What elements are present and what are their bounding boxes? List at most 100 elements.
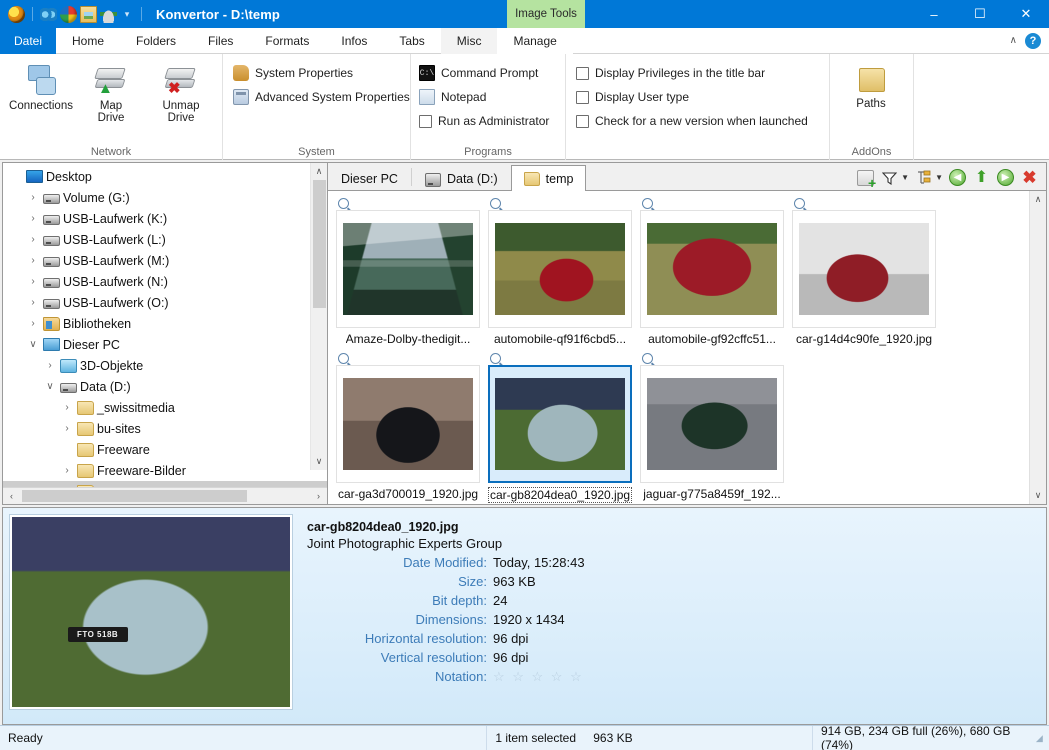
chevron-right-icon[interactable]: › — [60, 464, 74, 478]
up-icon[interactable]: ⬆ — [972, 168, 991, 187]
tree-item[interactable]: › bu-sites — [3, 418, 327, 439]
filter-icon[interactable] — [880, 168, 899, 187]
thumbs-vscroll-track[interactable] — [1030, 208, 1047, 487]
forward-icon[interactable]: ▶ — [996, 168, 1015, 187]
chevron-down-icon[interactable]: ∨ — [43, 380, 57, 394]
notepad-button[interactable]: Notepad — [419, 86, 549, 108]
tree-item[interactable]: › Volume (G:) — [3, 187, 327, 208]
tab-tabs[interactable]: Tabs — [383, 28, 440, 54]
thumbnail-image-box[interactable] — [640, 365, 784, 483]
system-properties-button[interactable]: System Properties — [233, 62, 410, 84]
tree-item[interactable]: › Bibliotheken — [3, 313, 327, 334]
chevron-right-icon[interactable]: › — [26, 233, 40, 247]
thumbnail-image-box[interactable] — [488, 210, 632, 328]
browser-tab-dieser-pc[interactable]: Dieser PC — [328, 165, 411, 191]
color-ball-icon[interactable] — [60, 5, 77, 23]
preview-image[interactable]: FTO 518B — [9, 514, 293, 710]
brush-icon[interactable] — [100, 5, 117, 23]
chevron-right-icon[interactable]: › — [60, 422, 74, 436]
paths-button[interactable]: Paths — [836, 60, 906, 114]
tab-datei[interactable]: Datei — [0, 28, 57, 54]
tree-item[interactable]: ∨ Dieser PC — [3, 334, 327, 355]
chevron-right-icon[interactable]: › — [60, 401, 74, 415]
tab-files[interactable]: Files — [192, 28, 249, 54]
thumbnail-image-box[interactable] — [336, 210, 480, 328]
tree-item[interactable]: ∨ Data (D:) — [3, 376, 327, 397]
tree-item[interactable]: › USB-Laufwerk (N:) — [3, 271, 327, 292]
magnify-icon[interactable] — [642, 198, 653, 209]
eyes-icon[interactable] — [40, 5, 57, 23]
display-user-type-checkbox[interactable]: Display User type — [576, 86, 808, 108]
chevron-down-icon[interactable]: ▼ — [901, 173, 909, 182]
chevron-right-icon[interactable]: › — [43, 359, 57, 373]
thumbnails-vertical-scrollbar[interactable]: ∧ ∨ — [1029, 191, 1046, 504]
thumbnail-item[interactable]: automobile-gf92cffc51... — [636, 195, 788, 350]
close-tab-icon[interactable]: ✖ — [1020, 168, 1039, 187]
unmap-drive-button[interactable]: ✖ Unmap Drive — [146, 60, 216, 128]
scroll-up-icon[interactable]: ∧ — [311, 163, 328, 180]
add-tab-icon[interactable]: + — [856, 168, 876, 190]
checkbox-icon[interactable] — [576, 114, 589, 128]
minimize-button[interactable]: – — [911, 0, 957, 28]
tree-item[interactable]: › 3D-Objekte — [3, 355, 327, 376]
back-icon[interactable]: ◀ — [948, 168, 967, 187]
magnify-icon[interactable] — [338, 198, 349, 209]
scroll-up-icon[interactable]: ∧ — [1030, 191, 1047, 208]
scroll-down-icon[interactable]: ∨ — [1030, 487, 1047, 504]
tab-infos[interactable]: Infos — [325, 28, 383, 54]
konvertor-logo-icon[interactable] — [8, 5, 25, 23]
checkbox-icon[interactable] — [576, 90, 589, 104]
magnify-icon[interactable] — [338, 353, 349, 364]
chevron-down-icon[interactable]: ∨ — [26, 338, 40, 352]
help-icon[interactable]: ? — [1025, 32, 1041, 49]
maximize-button[interactable]: ☐ — [957, 0, 1003, 28]
tree-horizontal-scrollbar[interactable]: ‹ › — [3, 487, 327, 504]
chevron-right-icon[interactable]: › — [26, 296, 40, 310]
chevron-right-icon[interactable]: › — [26, 254, 40, 268]
browser-tab-temp[interactable]: temp — [510, 165, 587, 191]
tree-item[interactable]: › USB-Laufwerk (K:) — [3, 208, 327, 229]
tree-item[interactable]: › USB-Laufwerk (L:) — [3, 229, 327, 250]
tree-item[interactable]: Freeware — [3, 439, 327, 460]
tab-misc[interactable]: Misc — [440, 28, 498, 54]
advanced-system-properties-button[interactable]: Advanced System Properties — [233, 86, 410, 108]
thumbnail-item-selected[interactable]: car-gb8204dea0_1920.jpg — [484, 350, 636, 504]
display-privileges-checkbox[interactable]: Display Privileges in the title bar — [576, 62, 808, 84]
tree-vertical-scrollbar[interactable]: ∧ ∨ — [310, 163, 327, 470]
tree-item[interactable]: › Freeware-Bilder — [3, 460, 327, 481]
thumbnail-image-box[interactable] — [792, 210, 936, 328]
tree-hscroll-track[interactable] — [20, 488, 310, 504]
tree-hscroll-thumb[interactable] — [22, 490, 247, 502]
run-as-administrator-checkbox[interactable]: Run as Administrator — [419, 110, 549, 132]
chevron-right-icon[interactable]: › — [26, 212, 40, 226]
scroll-right-icon[interactable]: › — [310, 488, 327, 504]
checkbox-icon[interactable] — [419, 114, 432, 128]
tree-item[interactable]: temp — [3, 481, 327, 487]
thumbnail-image-box[interactable] — [640, 210, 784, 328]
checkbox-icon[interactable] — [576, 66, 589, 80]
tab-folders[interactable]: Folders — [120, 28, 192, 54]
chevron-down-icon[interactable]: ▼ — [935, 173, 943, 182]
tab-home[interactable]: Home — [56, 28, 120, 54]
chevron-right-icon[interactable]: › — [26, 191, 40, 205]
map-drive-button[interactable]: ▲ Map Drive — [76, 60, 146, 128]
rating-stars[interactable]: ☆ ☆ ☆ ☆ ☆ — [493, 667, 584, 686]
connections-button[interactable]: Connections — [6, 60, 76, 116]
tree-vscroll-track[interactable] — [311, 180, 328, 453]
tree-item[interactable]: › USB-Laufwerk (O:) — [3, 292, 327, 313]
magnify-icon[interactable] — [490, 353, 501, 364]
chevron-down-icon[interactable]: ▾ — [120, 7, 134, 21]
thumbnail-image-box[interactable] — [488, 365, 632, 483]
tree-item[interactable]: Desktop — [3, 166, 327, 187]
chevron-right-icon[interactable]: › — [26, 275, 40, 289]
magnify-icon[interactable] — [490, 198, 501, 209]
sort-icon[interactable] — [914, 168, 933, 187]
command-prompt-button[interactable]: C:\ Command Prompt — [419, 62, 549, 84]
scroll-left-icon[interactable]: ‹ — [3, 488, 20, 504]
tab-formats[interactable]: Formats — [249, 28, 325, 54]
thumbnail-item[interactable]: car-ga3d700019_1920.jpg — [332, 350, 484, 504]
chevron-right-icon[interactable]: › — [26, 317, 40, 331]
scroll-down-icon[interactable]: ∨ — [311, 453, 328, 470]
thumbnail-item[interactable]: car-g14d4c90fe_1920.jpg — [788, 195, 940, 350]
tree-item[interactable]: › _swissitmedia — [3, 397, 327, 418]
